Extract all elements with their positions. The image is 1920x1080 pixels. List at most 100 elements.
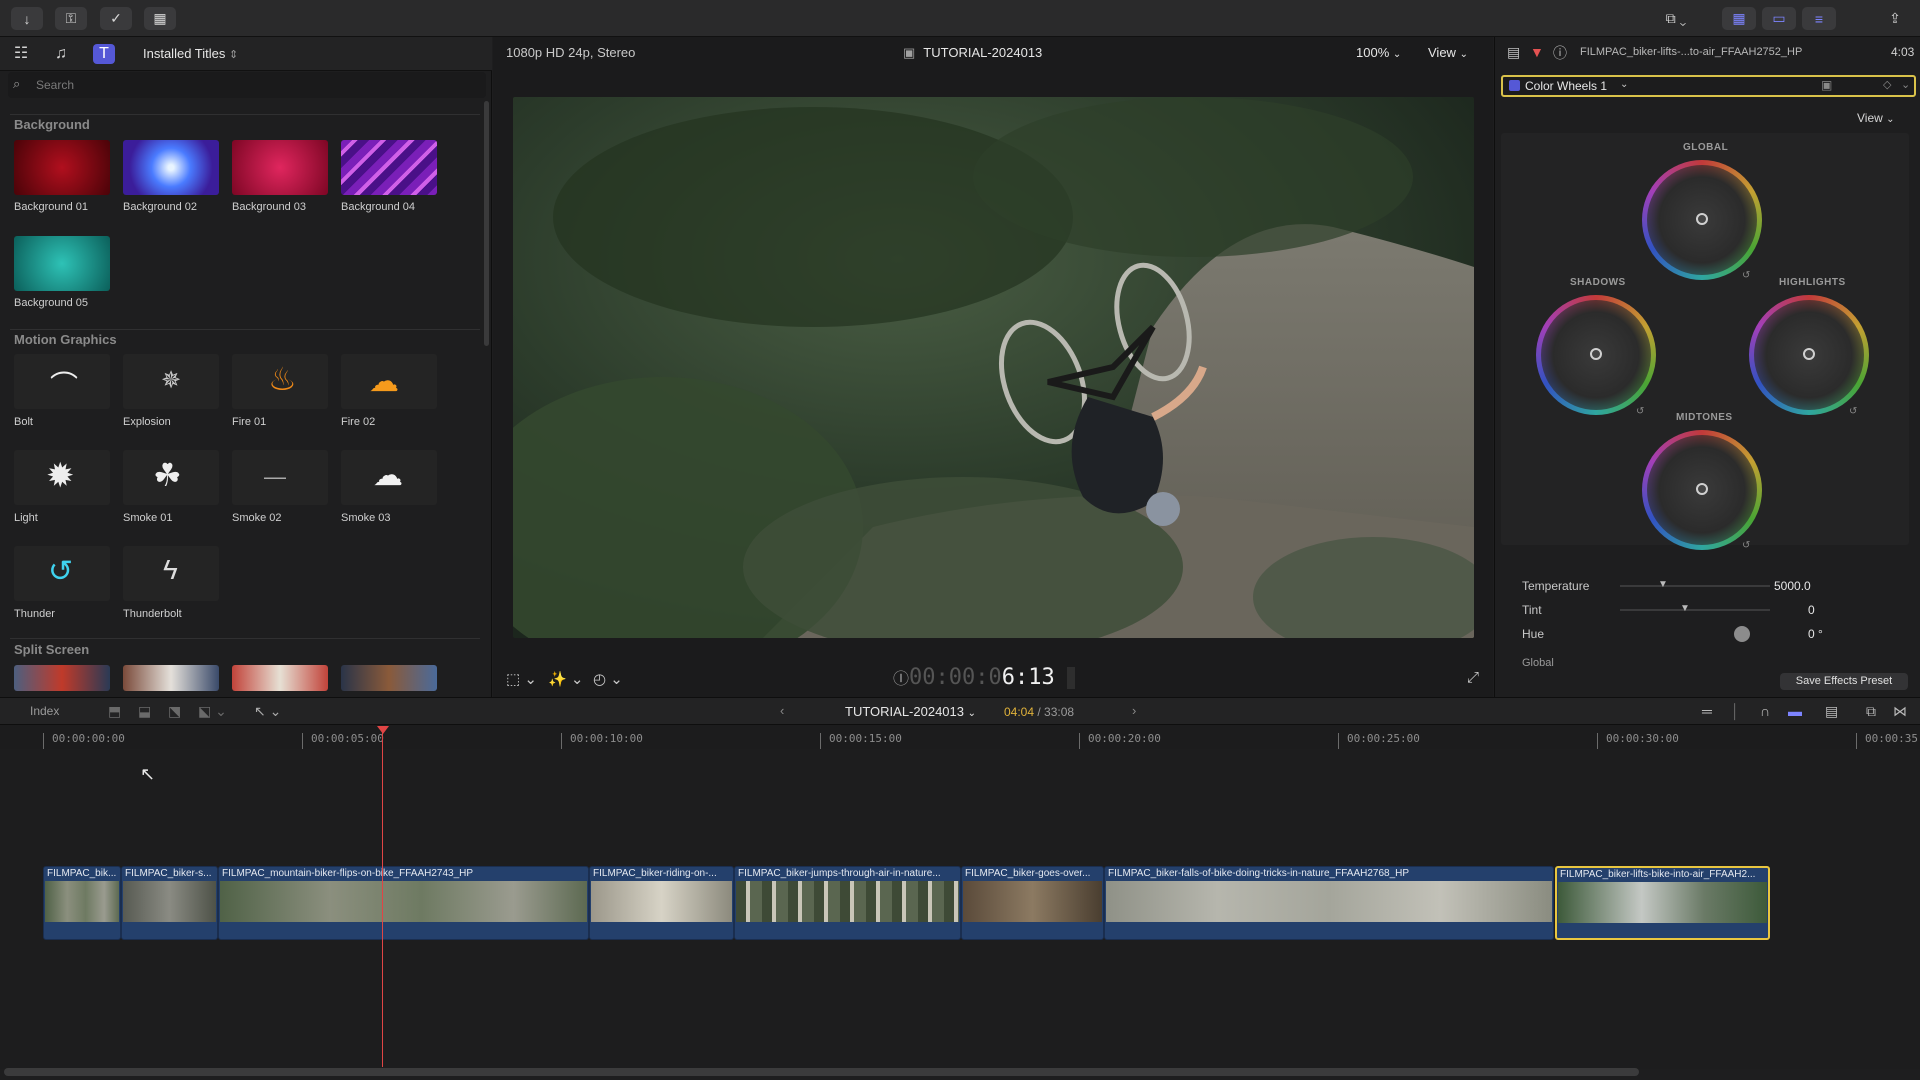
- share-icon[interactable]: ⇪: [1880, 7, 1910, 30]
- connect-clip-icon[interactable]: ⬒: [108, 703, 121, 720]
- effect-enable-checkbox[interactable]: [1509, 80, 1520, 91]
- thumb-thunderbolt[interactable]: ϟ: [123, 546, 219, 601]
- layout-icon[interactable]: ▦: [144, 7, 176, 30]
- param-label: Hue: [1522, 627, 1545, 641]
- grid-icon[interactable]: ▦: [1722, 7, 1756, 30]
- thumb-smoke-01[interactable]: ☘: [123, 450, 219, 505]
- timeline-ruler[interactable]: 00:00:00:00 00:00:05:00 00:00:10:00 00:0…: [0, 725, 1920, 749]
- select-tool-icon[interactable]: ↖ ⌄: [254, 703, 281, 720]
- zoom-dropdown[interactable]: 100% ⌄: [1356, 45, 1401, 60]
- highlights-wheel-puck[interactable]: [1803, 348, 1815, 360]
- audio-skimming-icon[interactable]: │: [1731, 703, 1740, 719]
- param-value[interactable]: 5000.0: [1774, 579, 1811, 593]
- tint-slider[interactable]: [1620, 609, 1770, 611]
- effect-selector[interactable]: Color Wheels 1 ⌄ ▣ ◇ ⌄: [1501, 75, 1916, 97]
- timeline-clip[interactable]: FILMPAC_bik...: [43, 866, 121, 940]
- view-dropdown[interactable]: View ⌄: [1428, 45, 1468, 60]
- thumb-background-02[interactable]: [123, 140, 219, 195]
- thumb-split-screen-2[interactable]: [123, 665, 219, 691]
- save-effects-preset-button[interactable]: Save Effects Preset: [1780, 673, 1908, 690]
- clip-appearance-icon[interactable]: ▤: [1825, 703, 1838, 720]
- photos-audio-icon[interactable]: ♫: [50, 44, 72, 64]
- timeline-clip[interactable]: FILMPAC_biker-s...: [121, 866, 218, 940]
- timeline-clip[interactable]: FILMPAC_biker-jumps-through-air-in-natur…: [734, 866, 961, 940]
- thumb-light[interactable]: ✹: [14, 450, 110, 505]
- browser-scrollbar[interactable]: [484, 101, 489, 346]
- timeline-clip[interactable]: FILMPAC_biker-riding-on-...: [589, 866, 734, 940]
- timeline-scrollbar[interactable]: [4, 1068, 1639, 1076]
- wheels-view-dropdown[interactable]: View ⌄: [1857, 111, 1895, 125]
- timeline-clip-selected[interactable]: FILMPAC_biker-lifts-bike-into-air_FFAAH2…: [1555, 866, 1770, 940]
- effects-browser-icon[interactable]: ⧉: [1866, 703, 1876, 720]
- reset-icon[interactable]: ↺: [1849, 406, 1857, 417]
- param-value[interactable]: 0: [1808, 603, 1815, 617]
- thumb-smoke-02[interactable]: —: [232, 450, 328, 505]
- inspector-icon[interactable]: ≡: [1802, 7, 1836, 30]
- thumb-background-05[interactable]: [14, 236, 110, 291]
- timeline-clip[interactable]: FILMPAC_mountain-biker-flips-on-bike_FFA…: [218, 866, 589, 940]
- index-button[interactable]: Index: [30, 704, 59, 718]
- thumb-split-screen-3[interactable]: [232, 665, 328, 691]
- slider-thumb-icon[interactable]: ▼: [1680, 603, 1690, 614]
- thumb-thunder[interactable]: ↺: [14, 546, 110, 601]
- reset-icon[interactable]: ↺: [1636, 406, 1644, 417]
- append-clip-icon[interactable]: ⬔: [168, 703, 181, 720]
- param-value[interactable]: 0 °: [1808, 627, 1823, 641]
- insert-clip-icon[interactable]: ⬓: [138, 703, 151, 720]
- search-field[interactable]: ⌕ Search: [8, 72, 486, 98]
- temperature-slider[interactable]: [1620, 585, 1770, 587]
- thumb-split-screen-1[interactable]: [14, 665, 110, 691]
- thumb-background-01[interactable]: [14, 140, 110, 195]
- enhance-tool-icon[interactable]: ✨ ⌄: [548, 670, 583, 688]
- timecode-display[interactable]: Ⓘ00:00:06:13: [893, 665, 1055, 690]
- clip-filmstrip: [45, 881, 119, 922]
- speed-tool-icon[interactable]: ◴ ⌄: [593, 670, 623, 688]
- view-switch-icon[interactable]: ⧉ ⌄: [1653, 7, 1699, 30]
- overwrite-clip-icon[interactable]: ⬕ ⌄: [198, 703, 227, 720]
- transform-tool-icon[interactable]: ⬚ ⌄: [506, 670, 537, 688]
- transitions-browser-icon[interactable]: ⋈: [1893, 703, 1907, 720]
- hue-dial[interactable]: [1734, 626, 1750, 642]
- midtones-wheel-puck[interactable]: [1696, 483, 1708, 495]
- section-title-split-screen: Split Screen: [14, 642, 90, 657]
- forward-arrow-icon[interactable]: ›: [1132, 703, 1136, 718]
- clip-filmstrip: [123, 881, 216, 922]
- reset-icon[interactable]: ↺: [1742, 270, 1750, 281]
- shadows-wheel-puck[interactable]: [1590, 348, 1602, 360]
- fullscreen-icon[interactable]: ⤢: [1467, 669, 1479, 686]
- libraries-icon[interactable]: ☷: [10, 44, 32, 64]
- clip-appearance-icon[interactable]: ▭: [1762, 7, 1796, 30]
- snapping-icon[interactable]: ▬: [1788, 703, 1802, 719]
- import-icon[interactable]: ↓: [11, 7, 43, 30]
- check-icon[interactable]: ✓: [100, 7, 132, 30]
- thumb-smoke-03[interactable]: ☁: [341, 450, 437, 505]
- reset-icon[interactable]: ↺: [1742, 540, 1750, 551]
- keywords-icon[interactable]: ⚿: [55, 7, 87, 30]
- slider-thumb-icon[interactable]: ▼: [1658, 579, 1668, 590]
- skimming-icon[interactable]: ═: [1702, 703, 1712, 719]
- thumb-fire-02[interactable]: ☁: [341, 354, 437, 409]
- thumb-background-04[interactable]: [341, 140, 437, 195]
- thumb-background-03[interactable]: [232, 140, 328, 195]
- timeline-clip[interactable]: FILMPAC_biker-falls-of-bike-doing-tricks…: [1104, 866, 1554, 940]
- global-wheel-puck[interactable]: [1696, 213, 1708, 225]
- thunder-icon: ↺: [48, 555, 74, 588]
- back-arrow-icon[interactable]: ‹: [780, 703, 784, 718]
- library-dropdown[interactable]: Installed Titles ⇕: [143, 46, 238, 61]
- playhead-handle[interactable]: [377, 726, 389, 734]
- timeline-clip[interactable]: FILMPAC_biker-goes-over...: [961, 866, 1104, 940]
- thumb-fire-01[interactable]: ♨: [232, 354, 328, 409]
- keyframe-icon[interactable]: ◇: [1883, 78, 1891, 91]
- thumb-bolt[interactable]: ⌒: [14, 354, 110, 409]
- titles-generators-icon[interactable]: T: [93, 44, 115, 64]
- playhead[interactable]: [382, 727, 383, 1067]
- thumb-split-screen-4[interactable]: [341, 665, 437, 691]
- headphones-icon[interactable]: ∩: [1760, 703, 1770, 719]
- thumb-explosion[interactable]: ✵: [123, 354, 219, 409]
- timeline-project-dropdown[interactable]: TUTORIAL-2024013 ⌄: [845, 704, 976, 719]
- mask-icon[interactable]: ▣: [1821, 78, 1832, 92]
- video-inspector-icon[interactable]: ▤: [1507, 44, 1520, 61]
- color-inspector-icon[interactable]: ▼: [1530, 44, 1544, 60]
- chevron-down-icon[interactable]: ⌄: [1901, 78, 1910, 91]
- info-icon[interactable]: ⓘ: [1553, 43, 1567, 63]
